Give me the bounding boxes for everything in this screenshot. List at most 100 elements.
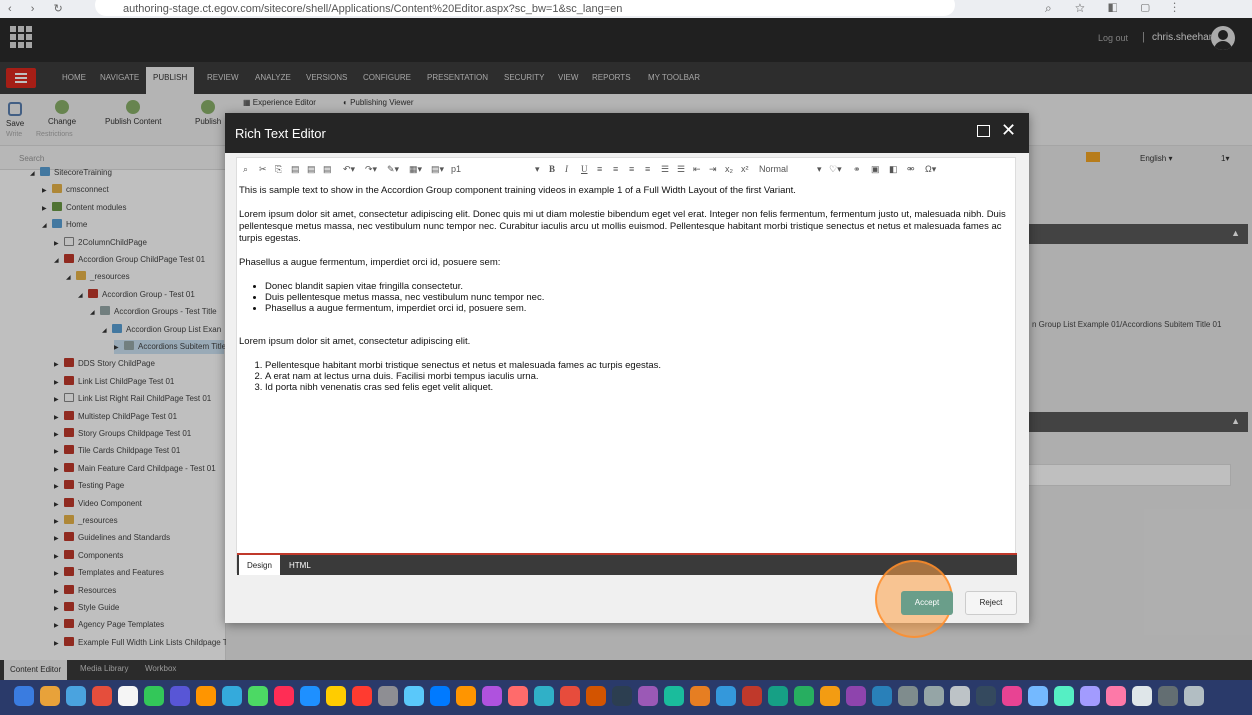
dock-app-icon[interactable] [404, 686, 424, 706]
unordered-list-icon[interactable]: ☰ [677, 164, 685, 175]
dock-app-icon[interactable] [66, 686, 86, 706]
list-item: Pellentesque habitant morbi tristique se… [265, 360, 1009, 371]
ordered-list-icon[interactable]: ☰ [661, 164, 669, 175]
unlink-icon[interactable]: ⚮ [907, 164, 915, 175]
dock-app-icon[interactable] [508, 686, 528, 706]
dock-app-icon[interactable] [742, 686, 762, 706]
dock-app-icon[interactable] [690, 686, 710, 706]
outdent-icon[interactable]: ⇤ [693, 164, 701, 175]
dock-app-icon[interactable] [1028, 686, 1048, 706]
underline-icon[interactable]: U [581, 164, 588, 174]
italic-icon[interactable]: I [565, 164, 568, 174]
omega-icon[interactable]: Ω▾ [925, 164, 936, 175]
insert-symbol-icon[interactable]: ♡▾ [829, 164, 842, 175]
table-icon[interactable]: ▦▾ [409, 164, 422, 175]
style-select[interactable]: Normal [759, 164, 788, 174]
paragraph-icon[interactable]: ▤▾ [431, 164, 444, 175]
rich-text-editor-dialog: Rich Text Editor ✕ ⌕ ✂ ⎘ ▤ ▤ ▤ ↶▾ ↷▾ ✎▾ … [225, 113, 1029, 638]
editor-toolbar: ⌕ ✂ ⎘ ▤ ▤ ▤ ↶▾ ↷▾ ✎▾ ▦▾ ▤▾ p1 ▾ B I U ≡ … [237, 158, 1017, 182]
numbered-list: Pellentesque habitant morbi tristique se… [239, 360, 1009, 393]
align-right-icon[interactable]: ≡ [629, 164, 634, 174]
dock-app-icon[interactable] [560, 686, 580, 706]
dock-app-icon[interactable] [14, 686, 34, 706]
dock-app-icon[interactable] [144, 686, 164, 706]
dock-app-icon[interactable] [352, 686, 372, 706]
tab-html[interactable]: HTML [281, 555, 319, 575]
dock-app-icon[interactable] [950, 686, 970, 706]
dock-app-icon[interactable] [638, 686, 658, 706]
copy-icon[interactable]: ⎘ [275, 164, 282, 175]
dock-app-icon[interactable] [1158, 686, 1178, 706]
maximize-icon[interactable] [977, 125, 990, 137]
dock-app-icon[interactable] [664, 686, 684, 706]
dock-app-icon[interactable] [716, 686, 736, 706]
find-icon[interactable]: ⌕ [243, 164, 248, 175]
dock-app-icon[interactable] [586, 686, 606, 706]
dock-app-icon[interactable] [924, 686, 944, 706]
redo-icon[interactable]: ↷▾ [365, 164, 377, 175]
dock-app-icon[interactable] [378, 686, 398, 706]
browser-toolbar-icons[interactable]: ⌕ ☆ ◧ ▢ ⋮ [1045, 1, 1186, 16]
tab-design[interactable]: Design [239, 555, 280, 575]
link-icon[interactable]: ⚭ [853, 164, 861, 175]
reject-button[interactable]: Reject [965, 591, 1017, 615]
dock-app-icon[interactable] [794, 686, 814, 706]
dock-app-icon[interactable] [482, 686, 502, 706]
dock-app-icon[interactable] [898, 686, 918, 706]
accept-button[interactable]: Accept [901, 591, 953, 615]
dock-app-icon[interactable] [612, 686, 632, 706]
justify-icon[interactable]: ≡ [645, 164, 650, 174]
dropdown-icon[interactable]: ▾ [817, 164, 822, 175]
dock-app-icon[interactable] [976, 686, 996, 706]
bullet-list: Donec blandit sapien vitae fringilla con… [239, 281, 1009, 314]
dock-app-icon[interactable] [196, 686, 216, 706]
dialog-header: Rich Text Editor ✕ [225, 113, 1029, 153]
dock-app-icon[interactable] [1002, 686, 1022, 706]
dock-app-icon[interactable] [820, 686, 840, 706]
undo-icon[interactable]: ↶▾ [343, 164, 355, 175]
dock-app-icon[interactable] [118, 686, 138, 706]
format-select[interactable]: p1 [451, 164, 461, 174]
media-icon[interactable]: ◧ [889, 164, 898, 175]
superscript-icon[interactable]: x² [741, 164, 749, 174]
dock-app-icon[interactable] [274, 686, 294, 706]
editor-content[interactable]: This is sample text to show in the Accor… [239, 185, 1009, 545]
align-center-icon[interactable]: ≡ [613, 164, 618, 174]
dock-app-icon[interactable] [456, 686, 476, 706]
dock-app-icon[interactable] [326, 686, 346, 706]
dock-app-icon[interactable] [846, 686, 866, 706]
paste-text-icon[interactable]: ▤ [323, 164, 332, 175]
dropdown-icon[interactable]: ▾ [535, 164, 540, 175]
dock-app-icon[interactable] [534, 686, 554, 706]
dock-app-icon[interactable] [872, 686, 892, 706]
dock-app-icon[interactable] [92, 686, 112, 706]
dock-app-icon[interactable] [300, 686, 320, 706]
url-field[interactable]: authoring-stage.ct.egov.com/sitecore/she… [95, 0, 955, 16]
dock-app-icon[interactable] [1080, 686, 1100, 706]
dock-app-icon[interactable] [430, 686, 450, 706]
cut-icon[interactable]: ✂ [259, 164, 267, 175]
dock-app-icon[interactable] [222, 686, 242, 706]
paragraph: Lorem ipsum dolor sit amet, consectetur … [239, 336, 471, 347]
align-left-icon[interactable]: ≡ [597, 164, 602, 174]
dock-app-icon[interactable] [1132, 686, 1152, 706]
dock-app-icon[interactable] [1054, 686, 1074, 706]
dock-app-icon[interactable] [248, 686, 268, 706]
subscript-icon[interactable]: x₂ [725, 164, 733, 174]
paste-word-icon[interactable]: ▤ [307, 164, 316, 175]
format-stripper-icon[interactable]: ✎▾ [387, 164, 399, 175]
intro-paragraph: This is sample text to show in the Accor… [239, 185, 796, 196]
dock-app-icon[interactable] [1184, 686, 1204, 706]
dock-app-icon[interactable] [40, 686, 60, 706]
list-item: Phasellus a augue fermentum, imperdiet o… [265, 303, 1009, 314]
browser-nav-icons[interactable]: ‹ › ↻ [8, 2, 71, 15]
bold-icon[interactable]: B [549, 164, 555, 174]
image-icon[interactable]: ▣ [871, 164, 880, 175]
paragraph: Phasellus a augue fermentum, imperdiet o… [239, 257, 501, 268]
paste-icon[interactable]: ▤ [291, 164, 300, 175]
dock-app-icon[interactable] [768, 686, 788, 706]
dock-app-icon[interactable] [170, 686, 190, 706]
indent-icon[interactable]: ⇥ [709, 164, 717, 175]
dock-app-icon[interactable] [1106, 686, 1126, 706]
close-icon[interactable]: ✕ [1001, 120, 1016, 140]
